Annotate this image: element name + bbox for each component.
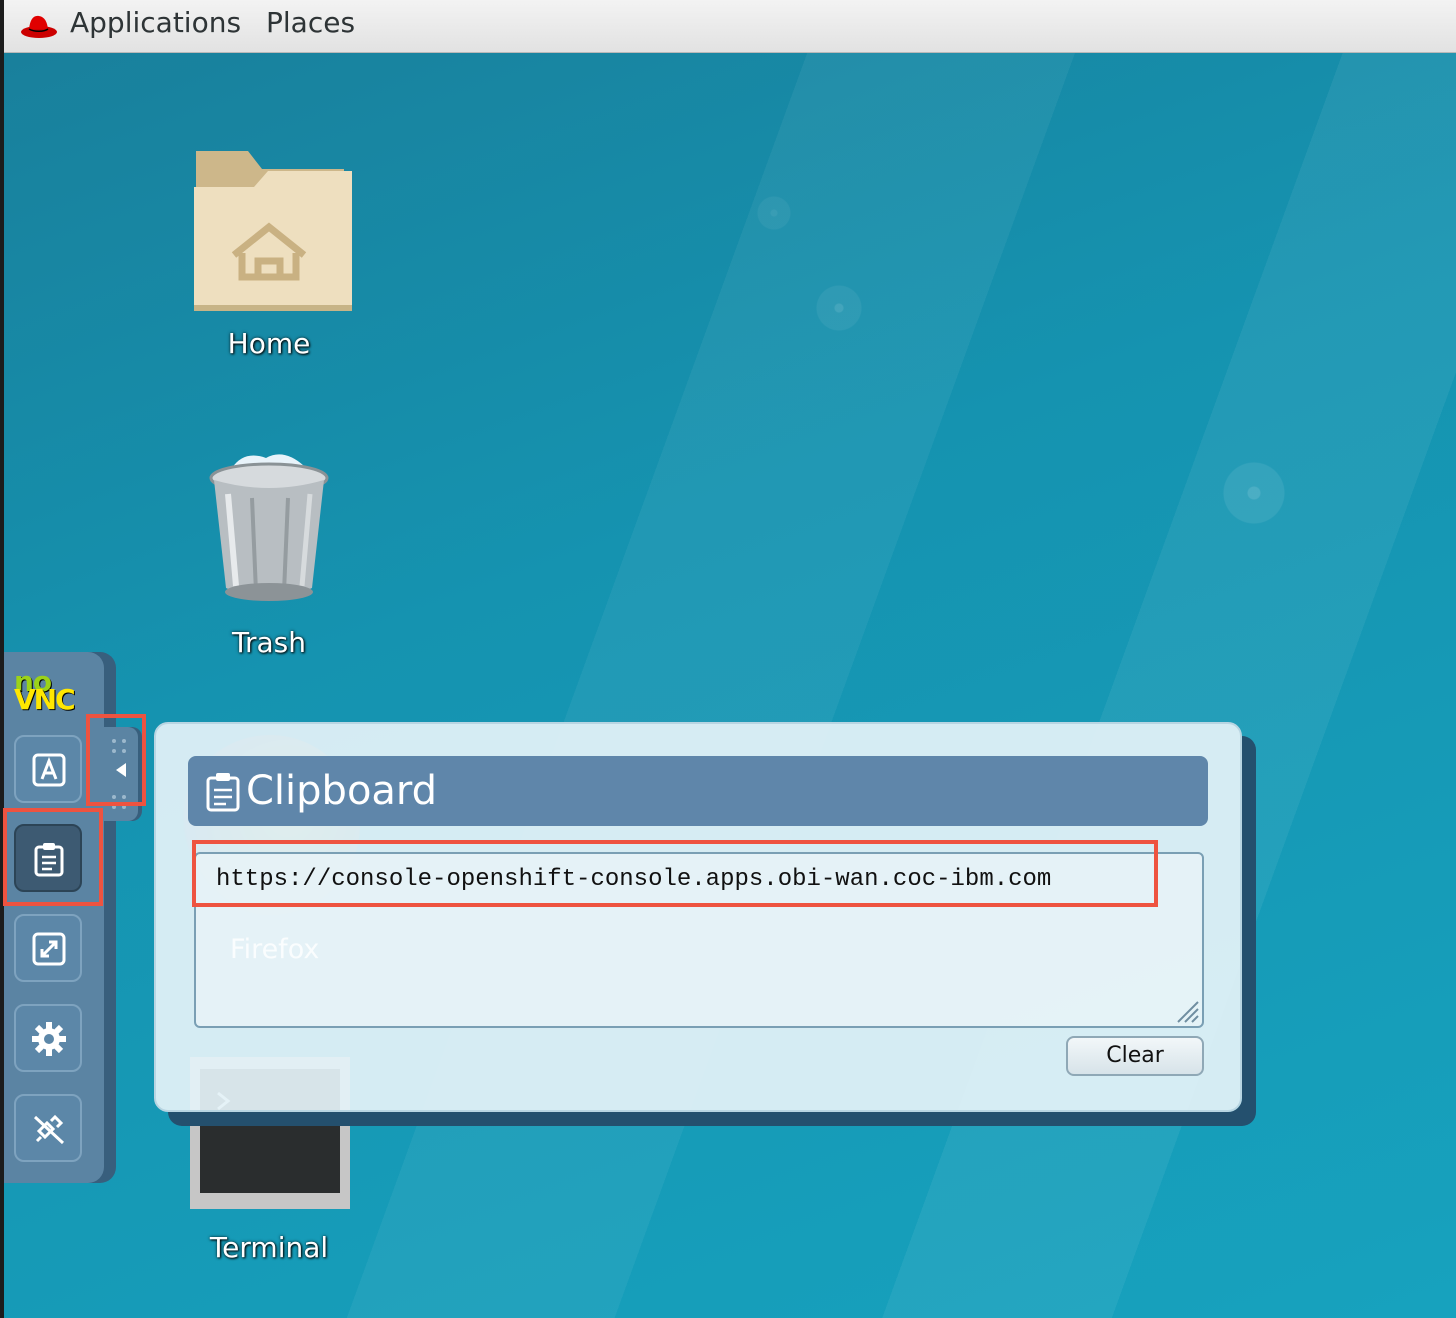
redhat-icon[interactable] xyxy=(20,10,58,40)
home-label: Home xyxy=(227,327,311,360)
clipboard-icon xyxy=(34,843,64,877)
disconnect-button[interactable] xyxy=(14,1094,82,1162)
terminal-label: Terminal xyxy=(209,1231,329,1264)
keyboard-button[interactable] xyxy=(14,735,82,803)
novnc-logo-vnc: VNC xyxy=(14,683,76,716)
clipboard-title-icon xyxy=(206,773,240,812)
novnc-logo: no VNC xyxy=(14,668,76,716)
trash-desktop-icon[interactable]: Trash xyxy=(174,448,364,659)
fullscreen-button[interactable] xyxy=(14,914,82,982)
top-bar: Applications Places xyxy=(4,0,1456,53)
trash-label: Trash xyxy=(232,626,306,659)
gear-icon xyxy=(32,1022,66,1056)
trash-icon xyxy=(209,454,329,601)
desktop[interactable]: Home Trash Terminal xyxy=(4,53,1456,1318)
disconnect-icon xyxy=(33,1114,65,1145)
settings-button[interactable] xyxy=(14,1004,82,1072)
arrow-left-icon xyxy=(112,739,126,809)
resize-grip-icon[interactable] xyxy=(1174,998,1200,1024)
fullscreen-icon xyxy=(32,932,66,966)
places-menu[interactable]: Places xyxy=(266,6,355,39)
applications-menu[interactable]: Applications xyxy=(70,6,241,39)
clipboard-title: Clipboard xyxy=(246,768,438,814)
clipboard-panel: Clipboard https://console-openshift-cons… xyxy=(154,722,1242,1112)
novnc-control-bar-handle[interactable] xyxy=(104,727,138,821)
home-desktop-icon[interactable]: Home xyxy=(174,145,364,360)
clipboard-value[interactable]: https://console-openshift-console.apps.o… xyxy=(216,866,1051,893)
clipboard-panel-header: Clipboard xyxy=(188,756,1208,826)
keyboard-a-icon xyxy=(32,753,66,787)
firefox-label: Firefox xyxy=(230,934,320,965)
clear-button[interactable]: Clear xyxy=(1066,1036,1204,1076)
home-folder-icon xyxy=(194,151,352,311)
clipboard-button[interactable] xyxy=(14,824,82,892)
clipboard-textarea[interactable]: https://console-openshift-console.apps.o… xyxy=(194,852,1204,1028)
